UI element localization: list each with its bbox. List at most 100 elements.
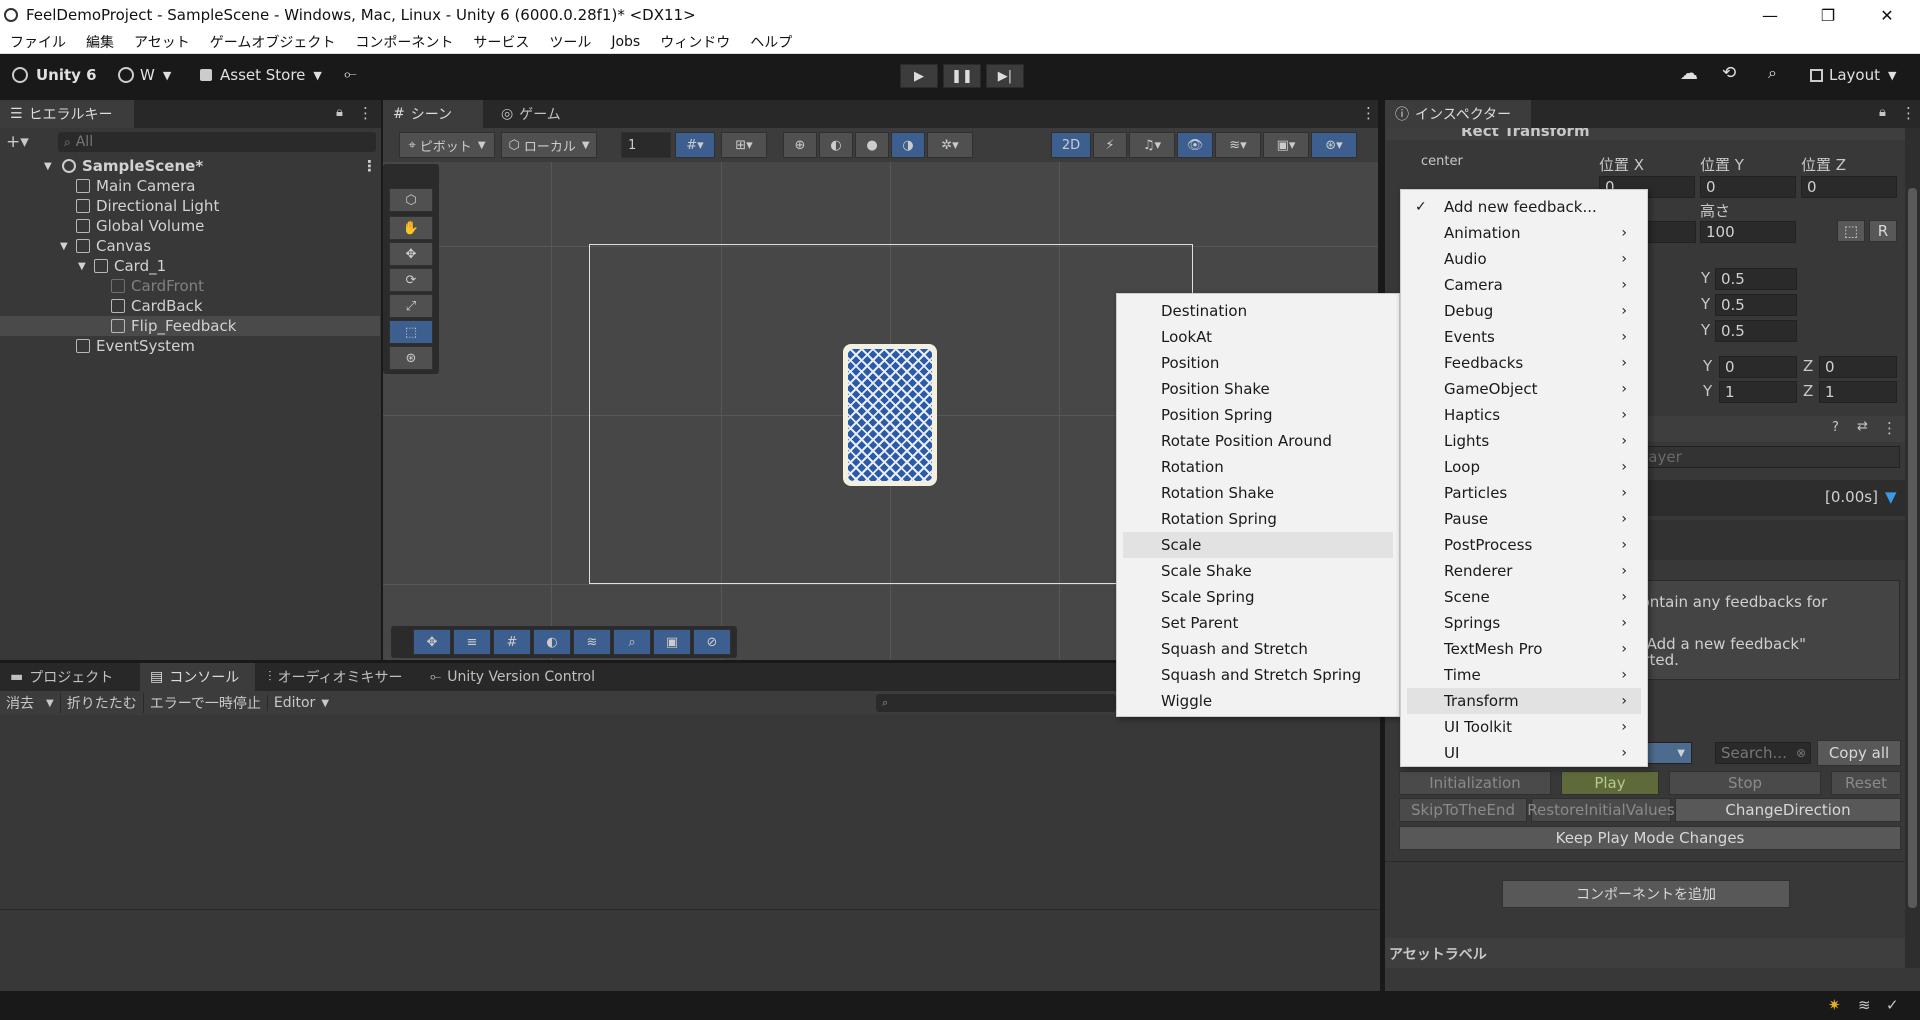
- cloud-icon[interactable]: ☁: [1680, 63, 1698, 84]
- warning-icon[interactable]: ✷: [1828, 996, 1841, 1014]
- sphere-icon[interactable]: ●: [855, 132, 889, 158]
- menu-item-set-parent[interactable]: Set Parent: [1117, 610, 1399, 636]
- move-icon[interactable]: ✥: [413, 629, 451, 655]
- restore-initial-values-button[interactable]: RestoreInitialValues: [1527, 798, 1675, 822]
- kebab-menu-icon[interactable]: ⋮: [362, 157, 377, 175]
- search-icon[interactable]: ⌕: [1768, 63, 1777, 83]
- anchor-max-y-field[interactable]: 0.5: [1715, 294, 1797, 316]
- wireframe-icon[interactable]: ◑: [891, 132, 925, 158]
- menu-item-debug[interactable]: Debug ›: [1401, 298, 1647, 324]
- menu-item-camera[interactable]: Camera ›: [1401, 272, 1647, 298]
- menu-item-rotation[interactable]: Rotation: [1117, 454, 1399, 480]
- menu-gameobject[interactable]: ゲームオブジェクト: [200, 32, 346, 52]
- step-button[interactable]: ▶|: [986, 64, 1024, 88]
- menu-item-gameobject[interactable]: GameObject ›: [1401, 376, 1647, 402]
- list-item[interactable]: Global Volume: [0, 216, 380, 236]
- tab-version-control[interactable]: ⟜ Unity Version Control: [420, 663, 620, 691]
- list-item[interactable]: Main Camera: [0, 176, 380, 196]
- tab-game[interactable]: ◎ ゲーム: [491, 100, 591, 128]
- menu-item-position[interactable]: Position: [1117, 350, 1399, 376]
- menu-item-haptics[interactable]: Haptics ›: [1401, 402, 1647, 428]
- menu-item-scale[interactable]: Scale: [1123, 532, 1393, 558]
- list-item[interactable]: ▼ Card_1: [0, 256, 380, 276]
- rot-z-field[interactable]: 0: [1819, 356, 1897, 378]
- minimize-button[interactable]: —: [1747, 0, 1793, 30]
- search-icon[interactable]: ⌕: [613, 629, 651, 655]
- menu-item-rotate-position-around[interactable]: Rotate Position Around: [1117, 428, 1399, 454]
- triangle-down-icon[interactable]: ▼: [1885, 488, 1897, 506]
- menu-window[interactable]: ウィンドウ: [650, 32, 740, 52]
- tab-audio-mixer[interactable]: ⫶ オーディオミキサー: [258, 663, 418, 691]
- add-icon[interactable]: +▾: [6, 132, 29, 152]
- scale-z-field[interactable]: 1: [1819, 381, 1897, 403]
- rect-tool-icon[interactable]: ⬚: [389, 320, 433, 344]
- copy-all-button[interactable]: Copy all: [1817, 740, 1901, 766]
- lock-icon[interactable]: 🔒︎: [336, 105, 343, 120]
- clear-search-icon[interactable]: ⊗: [1796, 746, 1806, 760]
- debug-icon[interactable]: ✲▾: [927, 132, 973, 158]
- card-sprite[interactable]: [843, 344, 937, 486]
- globe-icon[interactable]: ⊕: [783, 132, 817, 158]
- menu-item-animation[interactable]: Animation ›: [1401, 220, 1647, 246]
- blueprint-icon[interactable]: ⬚: [1837, 220, 1865, 242]
- version-control-icon[interactable]: ⟜: [344, 64, 357, 84]
- move-tool-icon[interactable]: ✥: [389, 242, 433, 266]
- list-item[interactable]: Directional Light: [0, 196, 380, 216]
- menu-item-springs[interactable]: Springs ›: [1401, 610, 1647, 636]
- tab-console[interactable]: ▤ コンソール: [140, 663, 255, 691]
- menu-item-squash-and-stretch-spring[interactable]: Squash and Stretch Spring: [1117, 662, 1399, 688]
- pivot-y-field[interactable]: 0.5: [1715, 320, 1797, 342]
- rot-y-field[interactable]: 0: [1719, 356, 1797, 378]
- gizmos-icon[interactable]: ⊛▾: [1311, 132, 1357, 158]
- menu-item-position-spring[interactable]: Position Spring: [1117, 402, 1399, 428]
- lock-icon[interactable]: 🔒︎: [1879, 105, 1886, 120]
- grid-snap-icon[interactable]: #▾: [675, 132, 715, 158]
- error-pause-button[interactable]: エラーで一時停止: [142, 693, 267, 713]
- menu-item-lights[interactable]: Lights ›: [1401, 428, 1647, 454]
- raw-edit-button[interactable]: R: [1869, 220, 1897, 242]
- tab-project[interactable]: ▬ プロジェクト: [0, 663, 140, 691]
- account-dropdown[interactable]: W ▼: [118, 66, 171, 84]
- add-component-button[interactable]: コンポーネントを追加: [1502, 880, 1790, 908]
- unity-version-button[interactable]: Unity 6: [12, 66, 97, 84]
- keep-play-mode-changes-button[interactable]: Keep Play Mode Changes: [1399, 826, 1901, 850]
- kebab-menu-icon[interactable]: ⋮: [1361, 104, 1376, 122]
- menu-item-particles[interactable]: Particles ›: [1401, 480, 1647, 506]
- menu-file[interactable]: ファイル: [0, 32, 76, 52]
- menu-item-add-new-feedback[interactable]: ✓ Add new feedback...: [1401, 194, 1647, 220]
- pause-button[interactable]: ❚❚: [943, 64, 981, 88]
- editor-dropdown[interactable]: Editor: [266, 695, 321, 711]
- menu-item-destination[interactable]: Destination: [1117, 298, 1399, 324]
- chevron-down-icon[interactable]: ▼: [40, 698, 60, 709]
- console-search-input[interactable]: ⌕: [876, 694, 1116, 712]
- scale-tool-icon[interactable]: ⤢: [389, 294, 433, 318]
- pos-z-field[interactable]: 0: [1801, 176, 1897, 198]
- menu-item-ui-toolkit[interactable]: UI Toolkit ›: [1401, 714, 1647, 740]
- pos-y-field[interactable]: 0: [1700, 176, 1796, 198]
- list-item[interactable]: ▼ Canvas: [0, 236, 380, 256]
- list-item[interactable]: CardFront: [0, 276, 380, 296]
- transform-tool-icon[interactable]: ⊛: [389, 346, 433, 370]
- menu-component[interactable]: コンポーネント: [345, 32, 463, 52]
- layers-icon[interactable]: ≋: [573, 629, 611, 655]
- stack-icon[interactable]: ≋: [1858, 996, 1871, 1014]
- menu-item-wiggle[interactable]: Wiggle: [1117, 688, 1399, 714]
- tab-scene[interactable]: # シーン: [383, 100, 483, 128]
- lighting-icon[interactable]: ⚡: [1093, 132, 1127, 158]
- menu-item-lookat[interactable]: LookAt: [1117, 324, 1399, 350]
- scale-y-field[interactable]: 1: [1719, 381, 1797, 403]
- kebab-menu-icon[interactable]: ⋮: [1882, 419, 1897, 437]
- list-item[interactable]: EventSystem: [0, 336, 380, 356]
- layers-icon[interactable]: ≋▾: [1215, 132, 1261, 158]
- menu-assets[interactable]: アセット: [124, 32, 200, 52]
- kebab-menu-icon[interactable]: ⋮: [1901, 104, 1916, 122]
- menu-item-loop[interactable]: Loop ›: [1401, 454, 1647, 480]
- menu-item-postprocess[interactable]: PostProcess ›: [1401, 532, 1647, 558]
- camera-icon[interactable]: ▣▾: [1263, 132, 1309, 158]
- menu-item-scale-spring[interactable]: Scale Spring: [1117, 584, 1399, 610]
- clear-button[interactable]: 消去: [0, 693, 40, 713]
- menu-item-audio[interactable]: Audio ›: [1401, 246, 1647, 272]
- reset-button[interactable]: Reset: [1831, 771, 1901, 795]
- menu-item-ui[interactable]: UI ›: [1401, 740, 1647, 766]
- asset-store-dropdown[interactable]: Asset Store ▼: [200, 66, 322, 84]
